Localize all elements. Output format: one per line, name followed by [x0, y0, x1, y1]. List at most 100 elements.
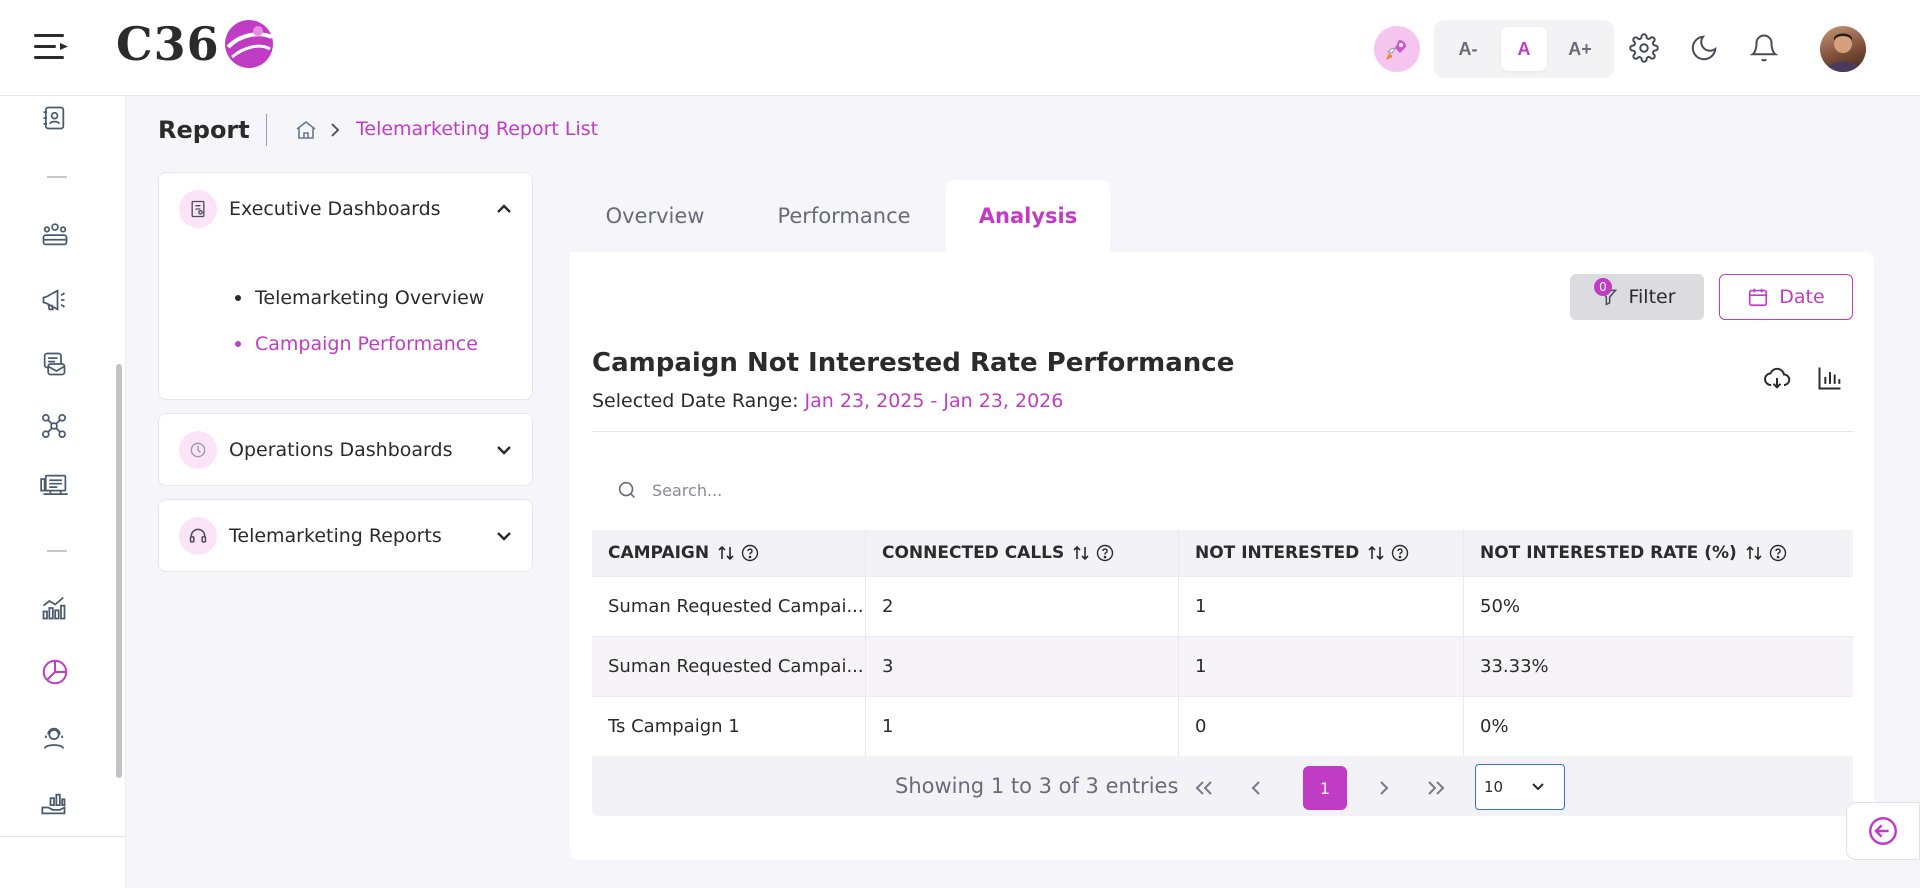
- sort-icon[interactable]: [1367, 544, 1385, 562]
- font-default-button[interactable]: A: [1501, 27, 1547, 71]
- workflow-icon[interactable]: [40, 408, 68, 444]
- prev-page-icon[interactable]: [1234, 766, 1278, 810]
- panel-header[interactable]: Telemarketing Reports: [159, 500, 532, 572]
- help-icon[interactable]: [1391, 544, 1409, 562]
- search-input[interactable]: [652, 480, 1012, 500]
- panel-telemarketing-reports: Telemarketing Reports: [158, 499, 533, 572]
- report-icon: [179, 190, 217, 228]
- column-header-not-interested[interactable]: NOT INTERESTED: [1179, 530, 1464, 576]
- calendar-icon: [1747, 286, 1769, 308]
- moon-icon[interactable]: [1686, 30, 1722, 66]
- bar-chart-icon[interactable]: [1814, 362, 1846, 394]
- analytics-icon[interactable]: [40, 590, 68, 626]
- column-header-not-interested-rate[interactable]: NOT INTERESTED RATE (%): [1464, 530, 1853, 576]
- sort-icon[interactable]: [717, 544, 735, 562]
- font-decrease-button[interactable]: A-: [1445, 27, 1491, 71]
- panel-label: Telemarketing Reports: [229, 525, 442, 547]
- chevron-down-icon[interactable]: [494, 526, 514, 546]
- chevron-right-icon: [328, 121, 342, 139]
- rail-divider: [0, 836, 126, 837]
- table-row[interactable]: Ts Campaign 1 1 0 0%: [592, 697, 1853, 757]
- cell-not-interested: 1: [1179, 637, 1464, 696]
- report-title: Campaign Not Interested Rate Performance: [592, 348, 1235, 378]
- panel-executive-dashboards: Executive Dashboards Telemarketing Overv…: [158, 172, 533, 400]
- team-icon[interactable]: [40, 216, 70, 252]
- panel-label: Executive Dashboards: [229, 198, 441, 220]
- column-header-label: CAMPAIGN: [608, 543, 710, 563]
- page-button-current[interactable]: 1: [1303, 766, 1347, 810]
- sort-icon[interactable]: [1072, 544, 1090, 562]
- tab-analysis[interactable]: Analysis: [946, 180, 1110, 252]
- sidebar-item-telemarketing-overview[interactable]: Telemarketing Overview: [235, 287, 484, 309]
- chevron-down-icon[interactable]: [494, 440, 514, 460]
- filter-button[interactable]: 0 Filter: [1570, 274, 1704, 320]
- font-size-group: A- A A+: [1434, 20, 1614, 78]
- top-header: C36 A- A A+: [0, 0, 1920, 96]
- gear-icon[interactable]: [1626, 30, 1662, 66]
- sidebar-item-label: Campaign Performance: [255, 333, 478, 355]
- bullet: [235, 295, 241, 301]
- pie-chart-icon[interactable]: [40, 654, 70, 690]
- tab-performance[interactable]: Performance: [750, 180, 938, 252]
- date-label: Date: [1779, 286, 1825, 308]
- first-page-icon[interactable]: [1182, 766, 1226, 810]
- column-header-campaign[interactable]: CAMPAIGN: [592, 530, 866, 576]
- column-header-connected-calls[interactable]: CONNECTED CALLS: [866, 530, 1179, 576]
- cell-campaign: Ts Campaign 1: [592, 697, 866, 756]
- pagination-info: Showing 1 to 3 of 3 entries: [895, 774, 1179, 798]
- rail-scrollbar[interactable]: [116, 364, 122, 778]
- logo[interactable]: C36: [116, 14, 276, 74]
- date-range-label: Selected Date Range:: [592, 390, 799, 412]
- card-divider: [592, 431, 1853, 432]
- support-agent-icon[interactable]: [40, 720, 68, 756]
- menu-icon[interactable]: [34, 32, 70, 62]
- filter-count-badge: 0: [1594, 278, 1612, 296]
- left-rail: [0, 96, 126, 888]
- panel-label: Operations Dashboards: [229, 439, 453, 461]
- column-header-label: NOT INTERESTED RATE (%): [1480, 543, 1737, 563]
- last-page-icon[interactable]: [1414, 766, 1458, 810]
- bell-icon[interactable]: [1746, 30, 1782, 66]
- back-arrow-icon[interactable]: [1846, 802, 1920, 860]
- table-header-row: CAMPAIGN CONNECTED CALLS NOT INTERESTED …: [592, 530, 1853, 577]
- help-icon[interactable]: [1769, 544, 1787, 562]
- table-row[interactable]: Suman Requested Campai... 2 1 50%: [592, 577, 1853, 637]
- hand-chart-icon[interactable]: [40, 786, 68, 822]
- help-icon[interactable]: [741, 544, 759, 562]
- sidebar-item-campaign-performance[interactable]: Campaign Performance: [235, 333, 478, 355]
- next-page-icon[interactable]: [1362, 766, 1406, 810]
- avatar[interactable]: [1820, 26, 1866, 72]
- date-range: Selected Date Range: Jan 23, 2025 - Jan …: [592, 390, 1063, 412]
- cell-connected-calls: 2: [866, 577, 1179, 636]
- breadcrumb-current[interactable]: Telemarketing Report List: [356, 118, 598, 140]
- date-range-value: Jan 23, 2025 - Jan 23, 2026: [804, 390, 1064, 412]
- cell-not-interested: 0: [1179, 697, 1464, 756]
- monitor-icon[interactable]: [40, 468, 70, 504]
- table-row[interactable]: Suman Requested Campai... 3 1 33.33%: [592, 637, 1853, 697]
- panel-header[interactable]: Executive Dashboards: [159, 173, 532, 245]
- help-icon[interactable]: [1096, 544, 1114, 562]
- cloud-download-icon[interactable]: [1761, 362, 1793, 394]
- filter-label: Filter: [1628, 286, 1676, 308]
- rocket-icon[interactable]: [1374, 26, 1420, 72]
- sidebar-item-label: Telemarketing Overview: [255, 287, 485, 309]
- inbox-icon[interactable]: [40, 346, 68, 382]
- date-button[interactable]: Date: [1719, 274, 1853, 320]
- font-increase-button[interactable]: A+: [1557, 27, 1603, 71]
- rail-divider: [47, 176, 67, 178]
- sort-icon[interactable]: [1745, 544, 1763, 562]
- page-size-select[interactable]: 10: [1475, 764, 1565, 810]
- page-title: Report: [158, 116, 250, 144]
- contact-book-icon[interactable]: [40, 100, 68, 136]
- panel-header[interactable]: Operations Dashboards: [159, 414, 532, 486]
- pagination-bar: Showing 1 to 3 of 3 entries 1 10: [592, 756, 1853, 816]
- chevron-up-icon[interactable]: [494, 199, 514, 219]
- home-icon[interactable]: [294, 118, 318, 142]
- megaphone-icon[interactable]: [40, 282, 68, 318]
- breadcrumb-divider: [266, 114, 267, 146]
- tab-overview[interactable]: Overview: [570, 180, 740, 252]
- cell-not-interested-rate: 50%: [1480, 596, 1521, 617]
- cell-not-interested-rate: 0%: [1480, 716, 1509, 737]
- page-size-value: 10: [1484, 778, 1504, 796]
- cell-connected-calls: 1: [866, 697, 1179, 756]
